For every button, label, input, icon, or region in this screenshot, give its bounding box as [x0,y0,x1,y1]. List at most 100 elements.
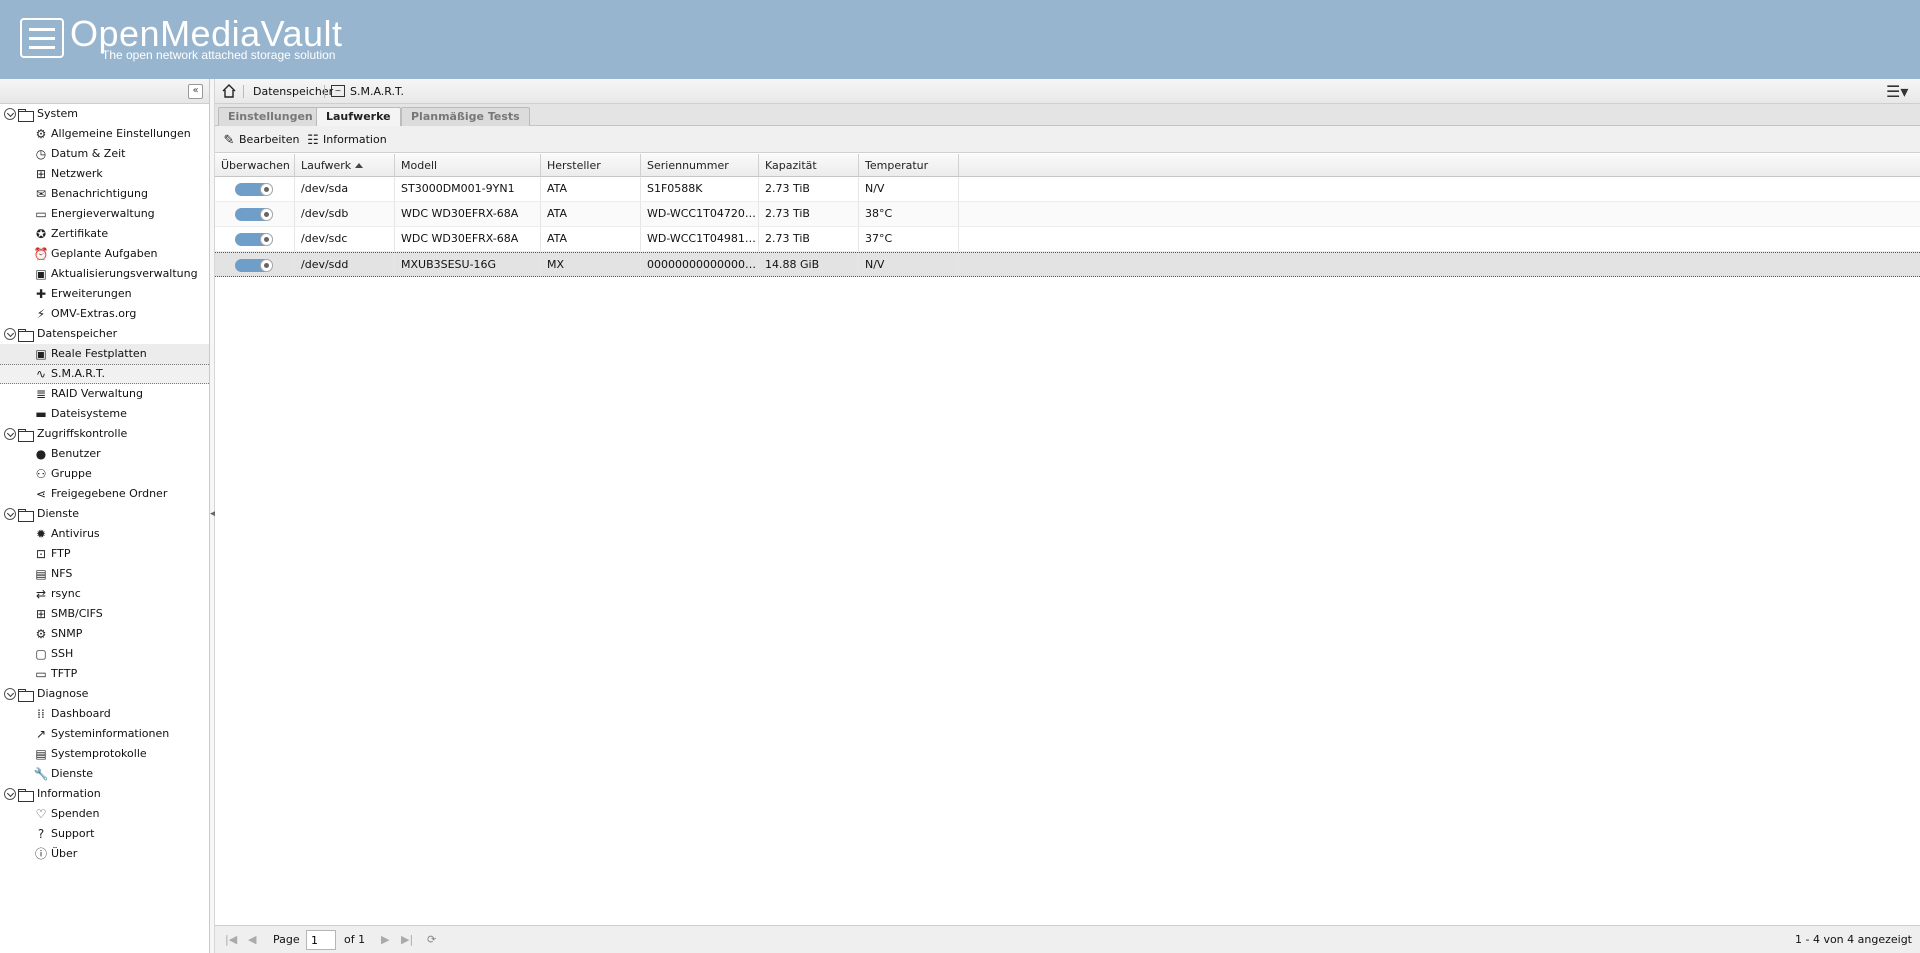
monitor-toggle-switch[interactable] [235,207,273,221]
sidebar-item-systeminformationen[interactable]: ↗ Systeminformationen [0,724,209,744]
app-header: OpenMediaVault The open network attached… [0,0,1920,79]
terminal-icon: ▢ [35,647,47,661]
sidebar-item-aktualisierungsverwaltung[interactable]: ▣ Aktualisierungsverwaltung [0,264,209,284]
sidebar-item-systemprotokolle[interactable]: ▤ Systemprotokolle [0,744,209,764]
sidebar-item-spenden[interactable]: ♡ Spenden [0,804,209,824]
table-row[interactable]: /dev/sdc WDC WD30EFRX-68A ATA WD-WCC1T04981… [215,227,1920,252]
tab-einstellungen[interactable]: Einstellungen [218,107,323,126]
sidebar-item-datum-zeit[interactable]: ◷ Datum & Zeit [0,144,209,164]
hamburger-menu-icon[interactable] [20,18,64,58]
information-button[interactable]: ☷ Information [305,126,387,154]
sidebar-item-freigegebene-ordner[interactable]: ⋖ Freigegebene Ordner [0,484,209,504]
list-icon: ☷ [307,132,319,148]
collapse-toggle-icon[interactable] [4,508,16,520]
chart-line-icon: ↗ [35,727,47,741]
sidebar-item-snmp[interactable]: ⚙ SNMP [0,624,209,644]
sidebar-item-antivirus[interactable]: ✹ Antivirus [0,524,209,544]
temperature-cell: 37°C [859,227,959,251]
group-icon: ⚇ [35,467,47,481]
table-row[interactable]: /dev/sdb WDC WD30EFRX-68A ATA WD-WCC1T04720… [215,202,1920,227]
collapse-toggle-icon[interactable] [4,428,16,440]
network-icon: ⊞ [35,167,47,181]
puzzle-icon: ✚ [35,287,47,301]
sidebar-item-rsync[interactable]: ⇄ rsync [0,584,209,604]
edit-button[interactable]: ✎ Bearbeiten [221,126,300,154]
tab-planmaessige-tests[interactable]: Planmäßige Tests [401,107,530,126]
grid-header: Überwachen Laufwerk Modell Hersteller Se… [215,154,1920,177]
page-number-input[interactable] [306,930,336,950]
sidebar-item-s-m-a-r-t[interactable]: ∿ S.M.A.R.T. [0,364,209,384]
sidebar-item-dateisysteme[interactable]: ▬ Dateisysteme [0,404,209,424]
model-cell: WDC WD30EFRX-68A [395,202,541,226]
sidebar-category-diagnose[interactable]: Diagnose [0,684,209,704]
heart-icon: ♡ [35,807,47,821]
sidebar-item-dashboard[interactable]: ⁞⁞ Dashboard [0,704,209,724]
sidebar-item-ftp[interactable]: ⊡ FTP [0,544,209,564]
collapse-toggle-icon[interactable] [4,108,16,120]
temperature-cell: 38°C [859,202,959,226]
sidebar-item-omv-extras-org[interactable]: ⚡ OMV-Extras.org [0,304,209,324]
sidebar-item-geplante-aufgaben[interactable]: ⏰ Geplante Aufgaben [0,244,209,264]
sidebar-item-ber[interactable]: ⓘ Über [0,844,209,864]
snmp-gear-icon: ⚙ [35,627,47,641]
tab-laufwerke[interactable]: Laufwerke [316,107,401,127]
monitor-toggle-switch[interactable] [235,258,273,272]
sidebar-category-information[interactable]: Information [0,784,209,804]
sidebar-item-support[interactable]: ? Support [0,824,209,844]
tab-bar: Einstellungen Laufwerke Planmäßige Tests [215,104,1920,127]
column-header-ueberwachen[interactable]: Überwachen [215,154,295,177]
sidebar-item-raid-verwaltung[interactable]: ≣ RAID Verwaltung [0,384,209,404]
sidebar-item-allgemeine-einstellungen[interactable]: ⚙ Allgemeine Einstellungen [0,124,209,144]
column-header-temperatur[interactable]: Temperatur [859,154,959,177]
sidebar-item-reale-festplatten[interactable]: ▣ Reale Festplatten [0,344,209,364]
first-page-icon[interactable]: |◀ [225,926,237,953]
model-cell: ST3000DM001-9YN1 [395,177,541,201]
table-row[interactable]: /dev/sdd MXUB3SESU-16G MX 000000000000000..… [215,252,1920,277]
device-cell: /dev/sdb [295,202,395,226]
page-menu-icon[interactable]: ☰▾ [1886,83,1912,100]
previous-page-icon[interactable]: ◀ [248,926,256,953]
sidebar-item-ssh[interactable]: ▢ SSH [0,644,209,664]
collapse-toggle-icon[interactable] [4,788,16,800]
sidebar-item-dienste[interactable]: 🔧 Dienste [0,764,209,784]
next-page-icon[interactable]: ▶ [381,926,389,953]
column-header-seriennummer[interactable]: Seriennummer [641,154,759,177]
sidebar-item-benachrichtigung[interactable]: ✉ Benachrichtigung [0,184,209,204]
capacity-cell: 2.73 TiB [759,202,859,226]
device-cell: /dev/sda [295,177,395,201]
collapse-toggle-icon[interactable] [4,328,16,340]
sidebar-item-gruppe[interactable]: ⚇ Gruppe [0,464,209,484]
sidebar-item-smb-cifs[interactable]: ⊞ SMB/CIFS [0,604,209,624]
capacity-cell: 2.73 TiB [759,177,859,201]
database-icon: ≣ [35,387,47,401]
sidebar-category-zugriffskontrolle[interactable]: Zugriffskontrolle [0,424,209,444]
sidebar-item-benutzer[interactable]: ● Benutzer [0,444,209,464]
monitor-toggle-switch[interactable] [235,232,273,246]
capacity-cell: 2.73 TiB [759,227,859,251]
column-header-laufwerk[interactable]: Laufwerk [295,154,395,177]
column-header-kapazitaet[interactable]: Kapazität [759,154,859,177]
sidebar-item-erweiterungen[interactable]: ✚ Erweiterungen [0,284,209,304]
monitor-icon: ▭ [35,667,47,681]
table-row[interactable]: /dev/sda ST3000DM001-9YN1 ATA S1F0588K 2.73 … [215,177,1920,202]
monitor-switch [215,253,295,277]
sidebar-item-netzwerk[interactable]: ⊞ Netzwerk [0,164,209,184]
breadcrumb-item-smart[interactable]: S.M.A.R.T. [350,79,404,104]
collapse-toggle-icon[interactable] [4,688,16,700]
sidebar-item-nfs[interactable]: ▤ NFS [0,564,209,584]
column-header-hersteller[interactable]: Hersteller [541,154,641,177]
sidebar-item-zertifikate[interactable]: ✪ Zertifikate [0,224,209,244]
refresh-icon[interactable]: ⟳ [427,926,436,953]
column-header-modell[interactable]: Modell [395,154,541,177]
collapse-sidebar-icon[interactable]: « [188,84,203,99]
home-icon[interactable] [221,83,237,99]
monitor-toggle-switch[interactable] [235,182,273,196]
sidebar-category-datenspeicher[interactable]: Datenspeicher [0,324,209,344]
breadcrumb-item-datenspeicher[interactable]: Datenspeicher [253,79,333,104]
sidebar-category-system[interactable]: System [0,104,209,124]
sidebar-item-energieverwaltung[interactable]: ▭ Energieverwaltung [0,204,209,224]
sidebar-category-dienste[interactable]: Dienste [0,504,209,524]
sidebar-item-tftp[interactable]: ▭ TFTP [0,664,209,684]
last-page-icon[interactable]: ▶| [401,926,413,953]
smart-icon: ~ [331,85,345,97]
